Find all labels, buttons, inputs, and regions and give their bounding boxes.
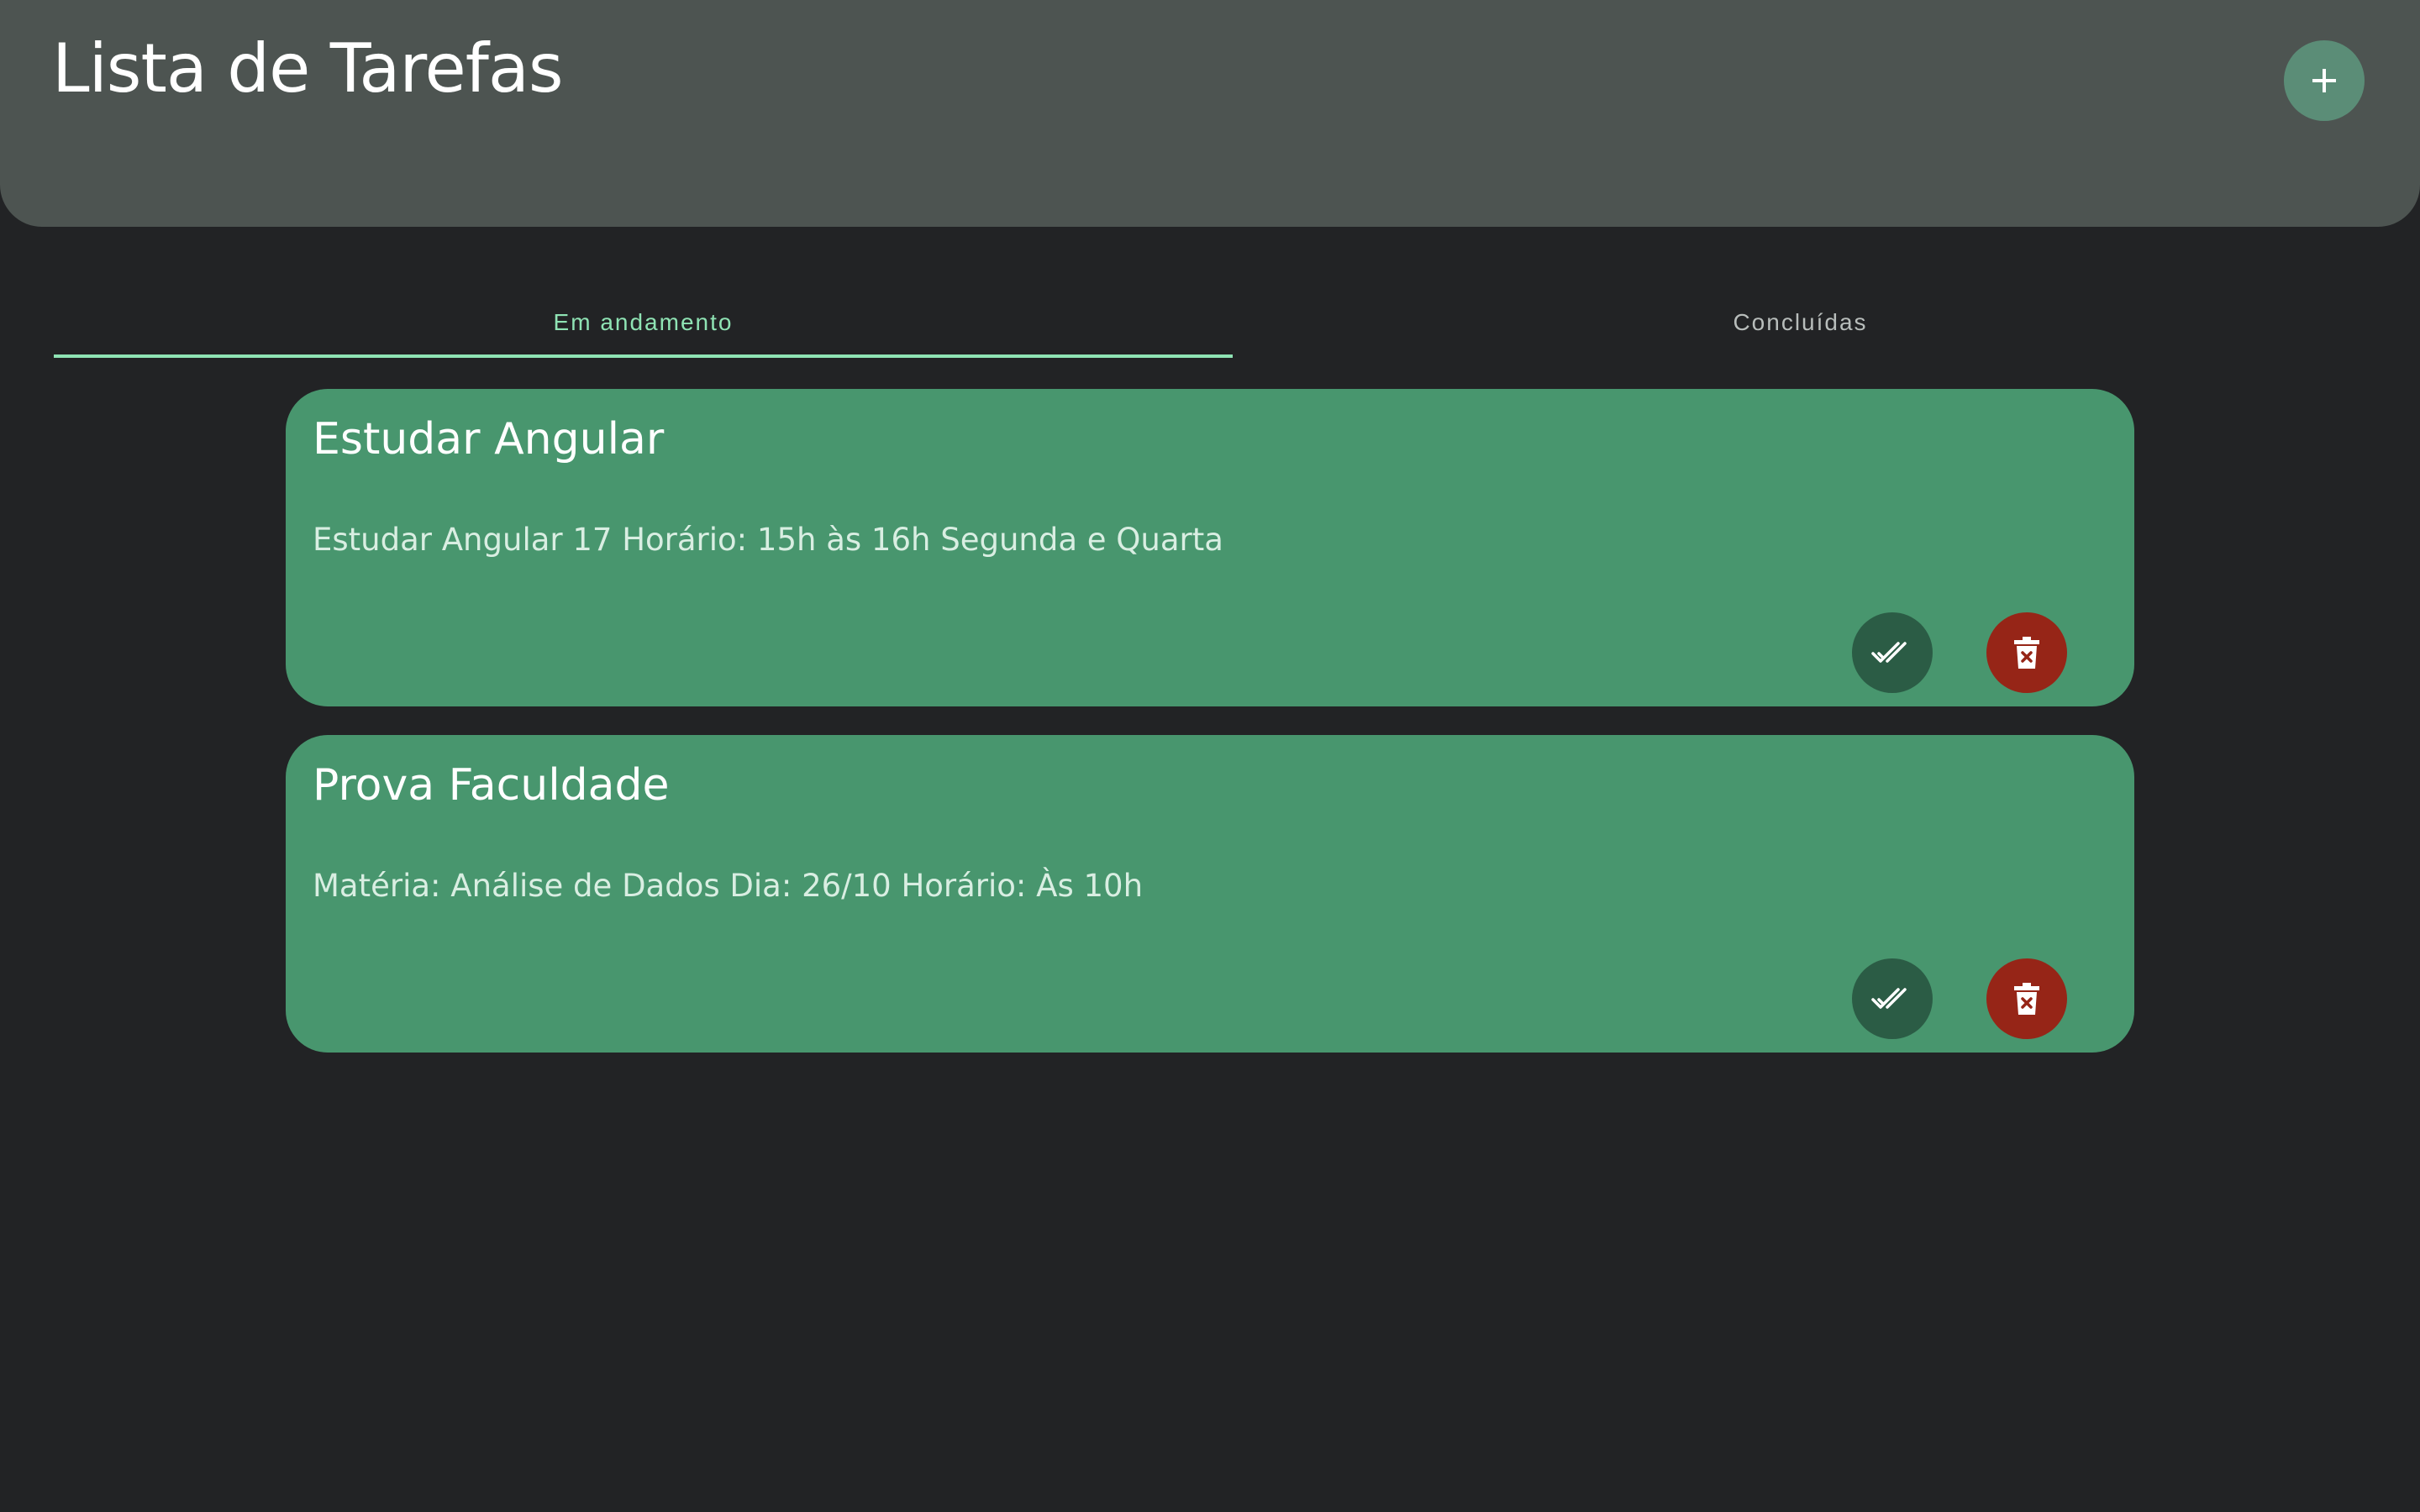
task-card: Estudar Angular Estudar Angular 17 Horár… [286, 389, 2134, 706]
complete-task-button[interactable] [1852, 612, 1933, 693]
tab-completed[interactable]: Concluídas [1233, 282, 2368, 363]
complete-task-button[interactable] [1852, 958, 1933, 1039]
delete-task-button[interactable] [1986, 958, 2067, 1039]
add-task-button[interactable] [2284, 40, 2365, 121]
task-card: Prova Faculdade Matéria: Análise de Dado… [286, 735, 2134, 1053]
task-description: Matéria: Análise de Dados Dia: 26/10 Hor… [313, 868, 1144, 904]
task-title: Prova Faculdade [313, 760, 670, 811]
double-check-icon [1871, 642, 1907, 663]
tab-bar: Em andamento Concluídas [54, 282, 2368, 363]
trash-icon [2014, 983, 2039, 1015]
delete-task-button[interactable] [1986, 612, 2067, 693]
tab-in-progress[interactable]: Em andamento [54, 282, 1233, 363]
task-description: Estudar Angular 17 Horário: 15h às 16h S… [313, 522, 1223, 558]
double-check-icon [1871, 988, 1907, 1009]
trash-icon [2014, 637, 2039, 669]
task-list: Estudar Angular Estudar Angular 17 Horár… [286, 389, 2134, 1081]
page-title: Lista de Tarefas [52, 29, 564, 108]
task-title: Estudar Angular [313, 414, 665, 465]
plus-icon [2312, 69, 2336, 92]
app-header: Lista de Tarefas [0, 0, 2420, 227]
